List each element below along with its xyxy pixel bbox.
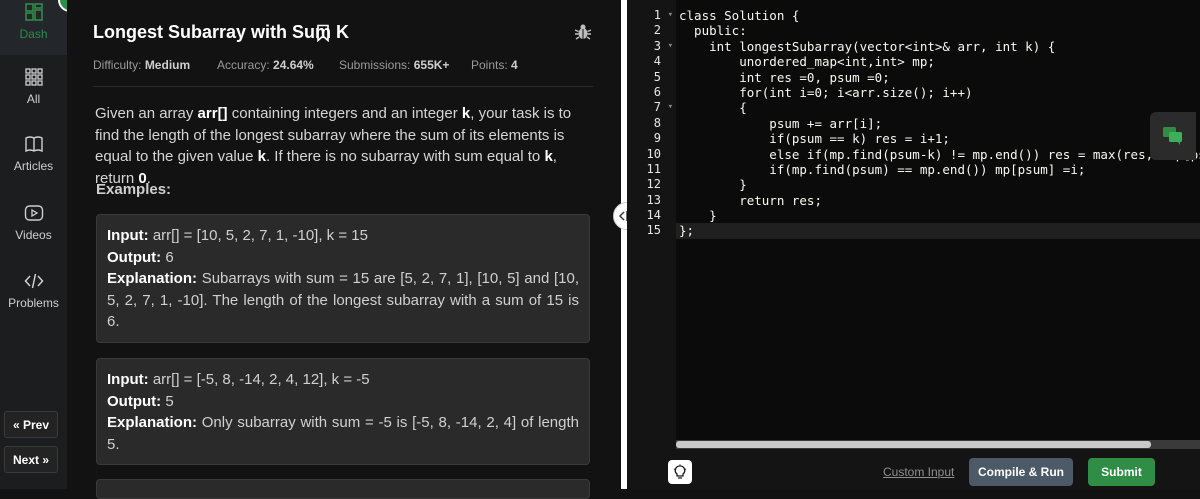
code-line[interactable]: psum += arr[i]; [676, 116, 1200, 131]
sidebar-item-label: Articles [13, 159, 54, 173]
prev-button[interactable]: « Prev [4, 411, 58, 438]
grid-icon [24, 68, 43, 86]
divider [93, 86, 593, 87]
bookmark-icon[interactable] [316, 24, 330, 42]
sidebar-item-label: Videos [15, 228, 52, 242]
sidebar-item-all[interactable]: All [0, 68, 67, 106]
report-bug-icon[interactable] [574, 23, 592, 41]
problem-panel: Longest Subarray with Sum K Difficulty: … [67, 0, 620, 499]
difficulty-value: Medium [144, 58, 191, 72]
code-line[interactable]: { [676, 100, 1200, 115]
sidebar-item-articles[interactable]: Articles [0, 135, 67, 173]
compile-run-button[interactable]: Compile & Run [969, 458, 1073, 486]
chat-icon [1163, 127, 1182, 145]
sidebar-item-label: Dash [19, 27, 48, 41]
code-line[interactable]: int res =0, psum =0; [676, 70, 1200, 85]
example-output: 6 [165, 248, 174, 266]
points-value: 4 [511, 58, 518, 72]
submissions-meta: Submissions: 655K+ [339, 58, 450, 72]
code-line[interactable]: } [676, 177, 1200, 192]
next-button[interactable]: Next » [4, 446, 58, 473]
sidebar-item-videos[interactable]: Videos [0, 204, 67, 242]
book-icon [24, 136, 43, 153]
code-line[interactable]: public: [676, 23, 1200, 38]
code-text-area[interactable]: class Solution { public: int longestSuba… [676, 0, 1200, 440]
code-editor: 1 ▾ 2 3 ▾ 4 5 6 7 ▾ 8 9 10 11 12 13 14 15 c… [627, 0, 1200, 489]
sidebar-item-problems[interactable]: Problems [0, 272, 67, 310]
lightbulb-icon[interactable] [668, 460, 692, 484]
dashboard-icon [24, 3, 43, 21]
sidebar-item-label: Problems [8, 296, 59, 310]
line-gutter: 1 ▾ 2 3 ▾ 4 5 6 7 ▾ 8 9 10 11 12 13 14 15 [646, 8, 673, 238]
code-line[interactable]: }; [676, 223, 1200, 239]
code-line[interactable]: if(psum == k) res = i+1; [676, 131, 1200, 146]
points-meta: Points: 4 [471, 58, 518, 72]
code-line[interactable]: for(int i=0; i<arr.size(); i++) [676, 85, 1200, 100]
video-icon [24, 205, 43, 221]
example-box [96, 479, 590, 499]
code-line[interactable]: else if(mp.find(psum-k) != mp.end()) res… [676, 147, 1200, 162]
code-line[interactable]: class Solution { [676, 8, 1200, 23]
editor-action-bar: Custom Input Compile & Run Submit [627, 449, 1200, 489]
sidebar-item-label: All [26, 92, 41, 106]
code-line[interactable]: return res; [676, 193, 1200, 208]
example-input: arr[] = [-5, 8, -14, 2, 4, 12], k = -5 [152, 371, 370, 388]
sidebar: Dash All Articles Videos Problems « Prev… [0, 0, 82, 489]
chat-button[interactable] [1150, 112, 1196, 160]
code-line[interactable]: } [676, 208, 1200, 223]
submissions-value: 655K+ [413, 58, 450, 72]
example-box: Input: arr[] = [-5, 8, -14, 2, 4, 12], k… [96, 358, 590, 465]
horizontal-scrollbar[interactable] [676, 440, 1200, 449]
code-line[interactable]: int longestSubarray(vector<int>& arr, in… [676, 39, 1200, 54]
sidebar-item-dash[interactable]: Dash [0, 0, 67, 55]
example-box: Input: arr[] = [10, 5, 2, 7, 1, -10], k … [96, 214, 590, 343]
custom-input-link[interactable]: Custom Input [883, 465, 954, 479]
code-icon [23, 273, 44, 289]
examples-heading: Examples: [96, 181, 172, 198]
code-line[interactable]: unordered_map<int,int> mp; [676, 54, 1200, 69]
example-output: 5 [165, 392, 174, 410]
scrollbar-thumb[interactable] [676, 441, 1151, 448]
difficulty-meta: Difficulty: Medium [93, 58, 191, 72]
submit-button[interactable]: Submit [1088, 458, 1155, 486]
accuracy-value: 24.64% [273, 58, 314, 72]
problem-title: Longest Subarray with Sum K [93, 22, 350, 42]
problem-description: Given an array arr[] containing integers… [95, 105, 572, 187]
example-input: arr[] = [10, 5, 2, 7, 1, -10], k = 15 [152, 227, 368, 244]
accuracy-meta: Accuracy: 24.64% [217, 58, 314, 72]
code-line[interactable]: if(mp.find(psum) == mp.end()) mp[psum] =… [676, 162, 1200, 177]
